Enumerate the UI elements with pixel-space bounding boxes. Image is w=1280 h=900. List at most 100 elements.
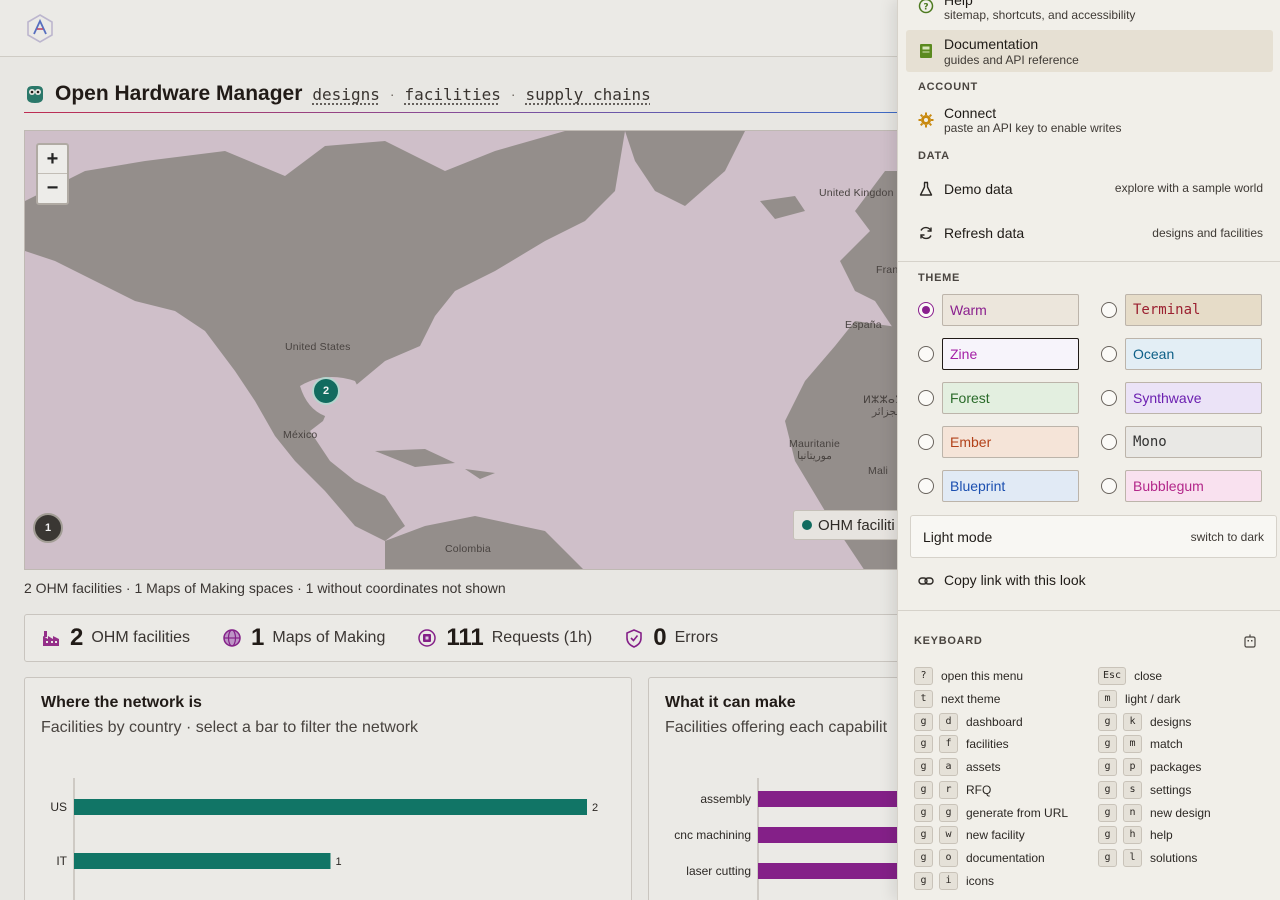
theme-swatch[interactable]: Warm: [942, 294, 1079, 326]
shortcut-key: g: [914, 713, 933, 731]
section-label-theme: THEME: [918, 272, 960, 284]
menu-item-refresh-data[interactable]: Refresh data designs and facilities: [906, 216, 1273, 250]
shortcut-key: g: [939, 804, 958, 822]
shortcut-key: a: [939, 758, 958, 776]
light-mode-toggle[interactable]: Light mode switch to dark: [910, 515, 1277, 558]
shortcut-row: g r RFQ: [914, 781, 991, 799]
refresh-icon: [920, 226, 932, 240]
menu-divider: [898, 610, 1280, 611]
shortcut-desc: help: [1150, 828, 1173, 842]
shortcut-row: g k designs: [1098, 713, 1191, 731]
menu-item-title: Demo data: [944, 181, 1013, 197]
theme-swatch[interactable]: Mono: [1125, 426, 1262, 458]
menu-item-documentation[interactable]: Documentation guides and API reference: [906, 30, 1273, 72]
gear-icon: [918, 112, 934, 128]
theme-swatch[interactable]: Forest: [942, 382, 1079, 414]
theme-radio[interactable]: [1101, 302, 1117, 318]
shortcut-row: g h help: [1098, 826, 1173, 844]
menu-item-help[interactable]: ? Help sitemap, shortcuts, and accessibi…: [906, 0, 1273, 26]
theme-option-ember[interactable]: Ember: [918, 426, 1083, 458]
theme-radio[interactable]: [918, 434, 934, 450]
shortcut-row: m light / dark: [1098, 690, 1180, 708]
theme-swatch[interactable]: Ember: [942, 426, 1079, 458]
shortcut-row: g a assets: [914, 758, 1001, 776]
menu-item-demo-data[interactable]: Demo data explore with a sample world: [906, 172, 1273, 206]
theme-option-terminal[interactable]: Terminal: [1101, 294, 1266, 326]
theme-swatch[interactable]: Synthwave: [1125, 382, 1262, 414]
theme-radio[interactable]: [1101, 390, 1117, 406]
theme-radio[interactable]: [918, 478, 934, 494]
theme-option-mono[interactable]: Mono: [1101, 426, 1266, 458]
shortcut-row: g l solutions: [1098, 849, 1197, 867]
theme-swatch[interactable]: Terminal: [1125, 294, 1262, 326]
theme-option-bubblegum[interactable]: Bubblegum: [1101, 470, 1266, 502]
shortcut-desc: designs: [1150, 715, 1192, 729]
book-icon: [920, 44, 932, 58]
menu-item-connect[interactable]: Connect paste an API key to enable write…: [906, 100, 1273, 140]
shortcut-desc: documentation: [966, 851, 1045, 865]
shortcut-desc: settings: [1150, 783, 1192, 797]
theme-swatch[interactable]: Zine: [942, 338, 1079, 370]
menu-item-title: Connect: [944, 105, 997, 121]
theme-option-blueprint[interactable]: Blueprint: [918, 470, 1083, 502]
shortcut-row: g i icons: [914, 872, 994, 890]
shortcut-key: g: [914, 781, 933, 799]
shortcut-desc: RFQ: [966, 783, 992, 797]
theme-radio[interactable]: [1101, 478, 1117, 494]
menu-item-copy-link[interactable]: Copy link with this look: [906, 568, 1273, 594]
shortcut-row: g g generate from URL: [914, 804, 1068, 822]
theme-swatch[interactable]: Ocean: [1125, 338, 1262, 370]
theme-swatch[interactable]: Blueprint: [942, 470, 1079, 502]
menu-item-title: Copy link with this look: [944, 572, 1086, 588]
shortcut-key: d: [939, 713, 958, 731]
shortcut-desc: new design: [1150, 806, 1211, 820]
menu-backdrop[interactable]: [0, 0, 897, 900]
shortcut-desc: light / dark: [1125, 692, 1181, 706]
menu-item-title: Help: [944, 0, 973, 8]
shortcut-key: h: [1123, 826, 1142, 844]
theme-option-zine[interactable]: Zine: [918, 338, 1083, 370]
shortcut-row: g m match: [1098, 735, 1183, 753]
shortcut-key: g: [914, 826, 933, 844]
menu-item-title: Documentation: [944, 36, 1039, 52]
theme-radio[interactable]: [1101, 434, 1117, 450]
shortcut-row: g o documentation: [914, 849, 1045, 867]
shortcut-row: Esc close: [1098, 667, 1162, 685]
menu-divider: [898, 261, 1280, 262]
shortcut-key: Esc: [1098, 667, 1127, 685]
shortcut-row: g s settings: [1098, 781, 1191, 799]
theme-radio[interactable]: [918, 302, 934, 318]
theme-swatch[interactable]: Bubblegum: [1125, 470, 1262, 502]
theme-option-synthwave[interactable]: Synthwave: [1101, 382, 1266, 414]
shortcut-desc: close: [1134, 669, 1163, 683]
shortcut-row: g d dashboard: [914, 713, 1023, 731]
shortcut-key: g: [1098, 713, 1117, 731]
theme-option-warm[interactable]: Warm: [918, 294, 1083, 326]
flask-icon: [919, 181, 933, 196]
shortcut-row: ? open this menu: [914, 667, 1023, 685]
shortcut-desc: facilities: [966, 737, 1009, 751]
shortcut-key: m: [1123, 735, 1142, 753]
shortcut-desc: open this menu: [941, 669, 1024, 683]
theme-option-ocean[interactable]: Ocean: [1101, 338, 1266, 370]
shortcut-row: g w new facility: [914, 826, 1025, 844]
shortcut-key: w: [939, 826, 958, 844]
shortcut-row: t next theme: [914, 690, 1000, 708]
shortcut-row: g n new design: [1098, 804, 1211, 822]
menu-item-hint: designs and facilities: [1152, 226, 1263, 240]
section-label-account: ACCOUNT: [918, 81, 978, 93]
menu-item-title: Refresh data: [944, 225, 1025, 241]
theme-radio[interactable]: [918, 390, 934, 406]
help-circle-icon: ?: [918, 0, 934, 14]
robot-icon[interactable]: [1244, 634, 1256, 648]
theme-radio[interactable]: [1101, 346, 1117, 362]
shortcut-key: g: [914, 804, 933, 822]
shortcut-key: g: [1098, 826, 1117, 844]
theme-radio[interactable]: [918, 346, 934, 362]
shortcut-key: i: [939, 872, 958, 890]
shortcut-key: g: [1098, 735, 1117, 753]
shortcut-desc: assets: [966, 760, 1001, 774]
theme-option-forest[interactable]: Forest: [918, 382, 1083, 414]
shortcut-desc: generate from URL: [966, 806, 1069, 820]
shortcut-key: g: [1098, 758, 1117, 776]
